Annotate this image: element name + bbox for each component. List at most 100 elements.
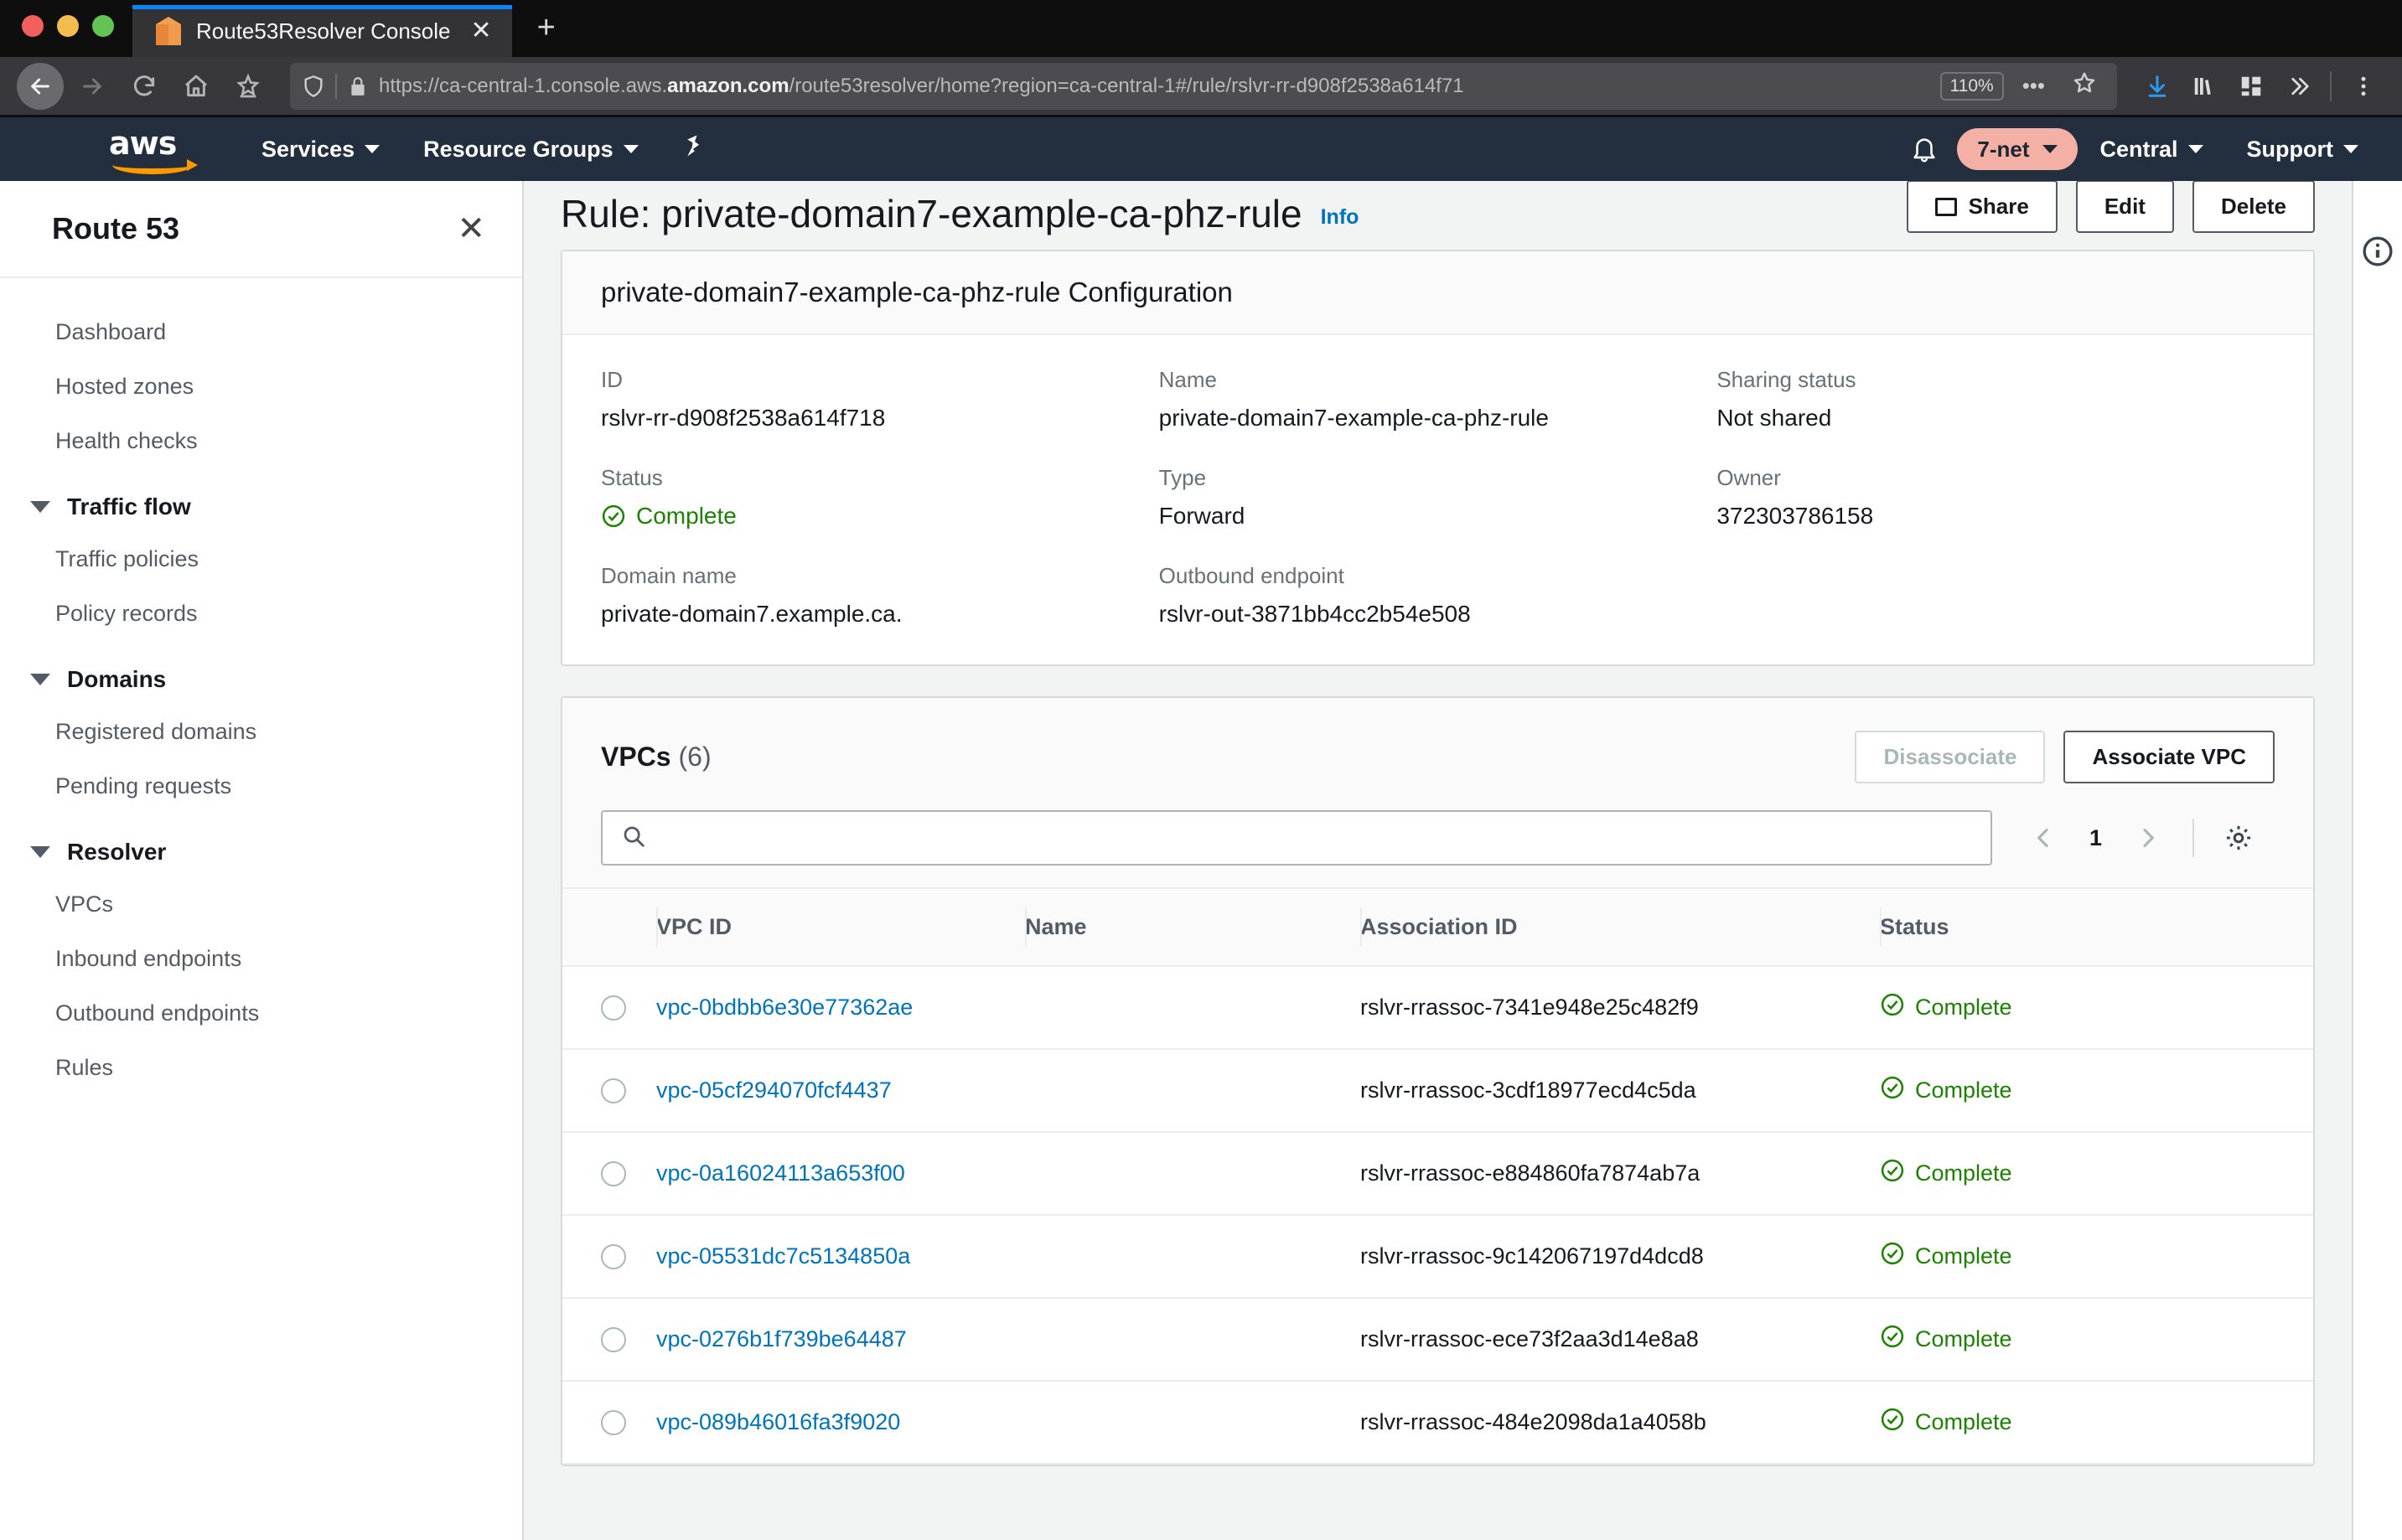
current-page-number[interactable]: 1 xyxy=(2074,825,2117,851)
divider xyxy=(335,74,337,99)
search-input[interactable] xyxy=(601,810,1992,866)
sidebar-group-traffic-flow[interactable]: Traffic flow xyxy=(0,468,522,532)
row-select-cell[interactable] xyxy=(562,1215,656,1298)
vpc-link[interactable]: vpc-05531dc7c5134850a xyxy=(656,1243,910,1269)
home-icon[interactable] xyxy=(173,63,220,110)
download-icon[interactable] xyxy=(2135,65,2179,108)
info-link[interactable]: Info xyxy=(1321,205,1359,230)
sidebar-item-vpcs[interactable]: VPCs xyxy=(0,877,522,932)
config-field-sharing-status: Sharing status Not shared xyxy=(1716,367,2275,432)
table-row[interactable]: vpc-0bdbb6e30e77362ae rslvr-rrassoc-7341… xyxy=(562,966,2313,1049)
field-value: Forward xyxy=(1159,503,1717,530)
services-menu[interactable]: Services xyxy=(240,117,401,181)
row-select-cell[interactable] xyxy=(562,1049,656,1132)
row-select-cell[interactable] xyxy=(562,966,656,1049)
field-value: rslvr-out-3871bb4cc2b54e508 xyxy=(1159,601,1717,628)
sidebar-item-hosted-zones[interactable]: Hosted zones xyxy=(0,359,522,414)
chevron-down-icon xyxy=(2042,145,2058,153)
menu-icon[interactable] xyxy=(2342,65,2385,108)
vpc-link[interactable]: vpc-089b46016fa3f9020 xyxy=(656,1409,900,1434)
sidebar-item-registered-domains[interactable]: Registered domains xyxy=(0,705,522,759)
sidebar-group-domains[interactable]: Domains xyxy=(0,641,522,705)
row-radio-button[interactable] xyxy=(601,1327,626,1352)
support-menu[interactable]: Support xyxy=(2225,117,2380,181)
sidebar-group-resolver[interactable]: Resolver xyxy=(0,814,522,877)
page-header: Rule: private-domain7-example-ca-phz-rul… xyxy=(524,181,2352,236)
forward-icon[interactable] xyxy=(69,63,116,110)
info-icon[interactable] xyxy=(2361,235,2394,1540)
vpc-link[interactable]: vpc-0276b1f739be64487 xyxy=(656,1326,907,1351)
disassociate-button[interactable]: Disassociate xyxy=(1855,731,2045,783)
row-select-cell[interactable] xyxy=(562,1132,656,1215)
cell-status: Complete xyxy=(1880,1381,2313,1464)
account-menu[interactable]: 7-net xyxy=(1957,128,2078,170)
status-badge: Complete xyxy=(1880,1075,2313,1106)
sidebar-item-dashboard[interactable]: Dashboard xyxy=(0,305,522,359)
cell-status: Complete xyxy=(1880,1049,2313,1132)
row-radio-button[interactable] xyxy=(601,995,626,1021)
column-header-status[interactable]: Status xyxy=(1880,888,2313,966)
page-actions-icon[interactable]: ••• xyxy=(2014,73,2053,99)
vpc-link[interactable]: vpc-05cf294070fcf4437 xyxy=(656,1077,892,1103)
divider xyxy=(2192,819,2194,857)
row-select-cell[interactable] xyxy=(562,1298,656,1381)
vpc-link[interactable]: vpc-0a16024113a653f00 xyxy=(656,1160,905,1186)
share-button[interactable]: Share xyxy=(1907,181,2058,233)
bookmark-star-icon[interactable] xyxy=(2063,70,2105,101)
minimize-window-button[interactable] xyxy=(57,15,79,37)
row-radio-button[interactable] xyxy=(601,1410,626,1435)
back-icon[interactable] xyxy=(17,63,64,110)
next-page-icon[interactable] xyxy=(2125,815,2171,860)
sidebar-group-label: Resolver xyxy=(67,839,166,866)
aws-logo-icon[interactable]: aws xyxy=(109,127,201,171)
maximize-window-button[interactable] xyxy=(92,15,114,37)
sidebar-item-inbound-endpoints[interactable]: Inbound endpoints xyxy=(0,932,522,986)
delete-button[interactable]: Delete xyxy=(2192,181,2315,233)
sidebar-item-rules[interactable]: Rules xyxy=(0,1041,522,1095)
close-icon[interactable]: ✕ xyxy=(457,212,485,245)
column-header-name[interactable]: Name xyxy=(1025,888,1360,966)
region-menu[interactable]: Central xyxy=(2078,117,2224,181)
bookmarks-icon[interactable] xyxy=(225,63,272,110)
status-badge: Complete xyxy=(1880,1324,2313,1355)
resource-groups-menu[interactable]: Resource Groups xyxy=(401,117,660,181)
sidebar-item-pending-requests[interactable]: Pending requests xyxy=(0,759,522,814)
check-circle-icon xyxy=(1880,1241,1905,1272)
library-icon[interactable] xyxy=(2182,65,2226,108)
table-row[interactable]: vpc-05531dc7c5134850a rslvr-rrassoc-9c14… xyxy=(562,1215,2313,1298)
sidebar-item-policy-records[interactable]: Policy records xyxy=(0,587,522,641)
address-bar[interactable]: https://ca-central-1.console.aws.amazon.… xyxy=(290,63,2117,110)
chevron-down-icon xyxy=(30,501,50,513)
table-row[interactable]: vpc-0a16024113a653f00 rslvr-rrassoc-e884… xyxy=(562,1132,2313,1215)
row-radio-button[interactable] xyxy=(601,1244,626,1269)
table-row[interactable]: vpc-05cf294070fcf4437 rslvr-rrassoc-3cdf… xyxy=(562,1049,2313,1132)
close-window-button[interactable] xyxy=(22,15,44,37)
row-select-cell[interactable] xyxy=(562,1381,656,1464)
gear-icon[interactable] xyxy=(2216,815,2261,860)
notifications-bell-icon[interactable] xyxy=(1892,134,1957,164)
reload-icon[interactable] xyxy=(121,63,168,110)
close-icon[interactable]: ✕ xyxy=(466,18,497,44)
edit-button[interactable]: Edit xyxy=(2076,181,2174,233)
cell-name xyxy=(1025,1049,1360,1132)
column-header-vpc-id[interactable]: VPC ID xyxy=(656,888,1025,966)
previous-page-icon[interactable] xyxy=(2021,815,2066,860)
field-label: Sharing status xyxy=(1716,367,2275,393)
browser-tab[interactable]: Route53Resolver Console ✕ xyxy=(132,5,512,57)
sidebar-item-outbound-endpoints[interactable]: Outbound endpoints xyxy=(0,986,522,1041)
sidebar-item-traffic-policies[interactable]: Traffic policies xyxy=(0,532,522,587)
table-row[interactable]: vpc-0276b1f739be64487 rslvr-rrassoc-ece7… xyxy=(562,1298,2313,1381)
row-radio-button[interactable] xyxy=(601,1078,626,1103)
new-tab-button[interactable]: + xyxy=(512,12,577,57)
extensions-icon[interactable] xyxy=(2229,65,2273,108)
sidebar-item-health-checks[interactable]: Health checks xyxy=(0,414,522,468)
check-circle-icon xyxy=(1880,1324,1905,1355)
table-row[interactable]: vpc-089b46016fa3f9020 rslvr-rrassoc-484e… xyxy=(562,1381,2313,1464)
associate-vpc-button[interactable]: Associate VPC xyxy=(2063,731,2275,783)
zoom-level-badge[interactable]: 110% xyxy=(1940,72,2004,101)
pin-icon[interactable] xyxy=(660,132,729,167)
vpc-link[interactable]: vpc-0bdbb6e30e77362ae xyxy=(656,995,913,1020)
overflow-chevron-icon[interactable] xyxy=(2276,65,2320,108)
row-radio-button[interactable] xyxy=(601,1161,626,1186)
column-header-association-id[interactable]: Association ID xyxy=(1360,888,1880,966)
